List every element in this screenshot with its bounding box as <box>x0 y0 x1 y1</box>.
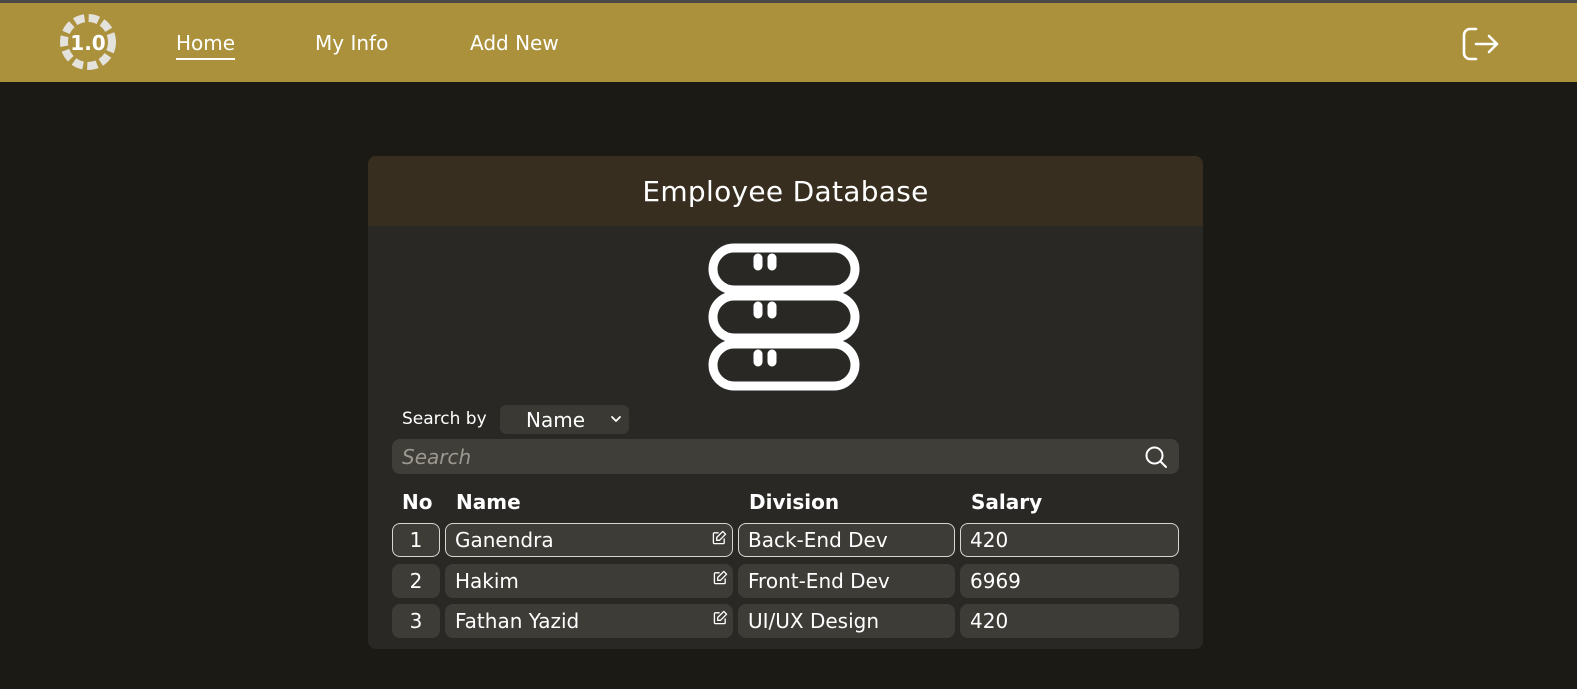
search-field-value: Name <box>526 408 586 432</box>
search-field-select[interactable]: Name <box>500 405 629 434</box>
column-header-no: No <box>402 490 433 514</box>
search-by-label: Search by <box>402 409 487 429</box>
row-2-salary[interactable]: 6969 <box>960 564 1179 598</box>
row-3-name[interactable]: Fathan Yazid <box>445 604 733 638</box>
column-header-division: Division <box>749 490 840 514</box>
row-3-name-text: Fathan Yazid <box>455 609 580 633</box>
search-icon[interactable] <box>1144 445 1168 469</box>
row-1-salary[interactable]: 420 <box>960 523 1179 557</box>
row-3-division[interactable]: UI/UX Design <box>738 604 955 638</box>
chevron-down-icon <box>611 416 621 422</box>
column-header-name: Name <box>456 490 521 514</box>
row-2-division[interactable]: Front-End Dev <box>738 564 955 598</box>
employee-database-card: Employee Database Search by Name No Name… <box>368 156 1203 649</box>
edit-icon[interactable] <box>712 530 727 545</box>
row-3-no[interactable]: 3 <box>392 604 440 638</box>
logo-text: 1.0 <box>70 31 105 55</box>
column-header-salary: Salary <box>971 490 1043 514</box>
row-1-no[interactable]: 1 <box>392 523 440 557</box>
row-2-name-text: Hakim <box>455 569 519 593</box>
nav-link-my-info[interactable]: My Info <box>315 31 388 55</box>
search-bar <box>392 439 1179 474</box>
navbar: 1.0 Home My Info Add New <box>0 3 1577 82</box>
logo-icon[interactable]: 1.0 <box>58 12 118 72</box>
nav-link-home[interactable]: Home <box>176 31 236 60</box>
row-1-name[interactable]: Ganendra <box>445 523 733 557</box>
row-1-division[interactable]: Back-End Dev <box>738 523 955 557</box>
database-icon <box>708 243 860 391</box>
card-title: Employee Database <box>368 156 1203 226</box>
edit-icon[interactable] <box>713 610 728 625</box>
edit-icon[interactable] <box>713 570 728 585</box>
row-3-salary[interactable]: 420 <box>960 604 1179 638</box>
row-2-no[interactable]: 2 <box>392 564 440 598</box>
nav-link-add-new[interactable]: Add New <box>470 31 559 55</box>
row-1-name-text: Ganendra <box>455 528 554 552</box>
logout-icon[interactable] <box>1460 24 1502 64</box>
search-input[interactable] <box>392 439 1132 474</box>
row-2-name[interactable]: Hakim <box>445 564 733 598</box>
